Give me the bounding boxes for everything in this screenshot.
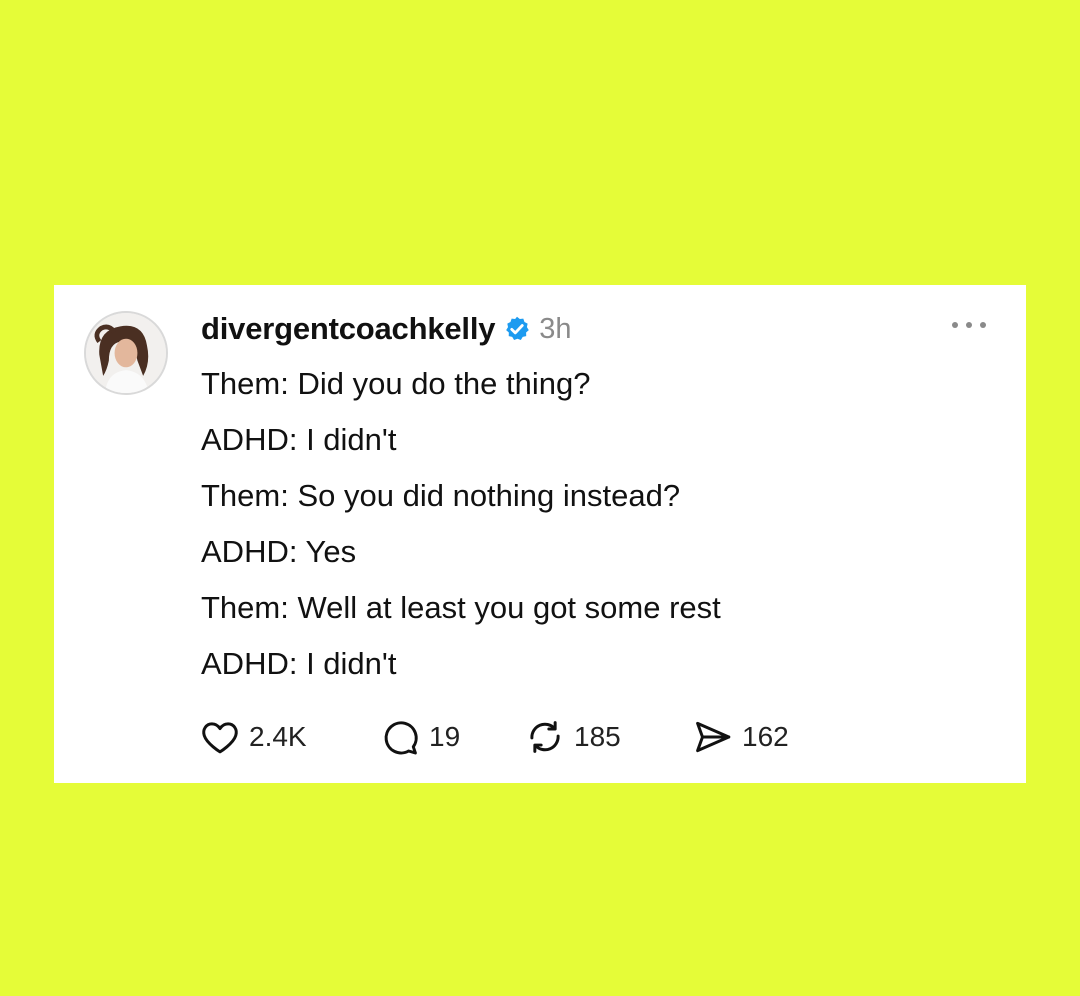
heart-icon: [202, 722, 238, 754]
post-line: Them: Did you do the thing?: [201, 366, 591, 401]
avatar-photo: [86, 313, 166, 393]
username[interactable]: divergentcoachkelly: [201, 311, 495, 347]
post-timestamp: 3h: [539, 312, 572, 345]
post-line: ADHD: I didn't: [201, 646, 397, 681]
like-count: 2.4K: [249, 721, 307, 752]
share-button[interactable]: 162: [692, 716, 789, 758]
post-line: Them: Well at least you got some rest: [201, 590, 721, 625]
reply-count: 19: [429, 721, 461, 752]
more-options-icon[interactable]: [952, 315, 986, 335]
send-icon: [696, 721, 731, 753]
post-line: ADHD: I didn't: [201, 422, 397, 457]
speech-bubble-icon: [384, 721, 418, 755]
post-line: Them: So you did nothing instead?: [201, 478, 681, 513]
post-card: divergentcoachkelly 3h Them: Did you do …: [54, 285, 1026, 783]
post-body: Them: Did you do the thing? ADHD: I didn…: [201, 365, 721, 701]
repost-icon: [530, 721, 560, 753]
post-header: divergentcoachkelly 3h: [201, 307, 572, 351]
share-count: 162: [742, 721, 789, 752]
action-bar: 2.4K 19 185 162: [199, 715, 789, 759]
repost-count: 185: [574, 721, 621, 752]
post-line: ADHD: Yes: [201, 534, 357, 569]
verified-badge-icon: [503, 315, 531, 343]
like-button[interactable]: 2.4K: [199, 716, 379, 758]
repost-button[interactable]: 185: [524, 716, 692, 758]
reply-button[interactable]: 19: [379, 716, 524, 758]
avatar[interactable]: [84, 311, 168, 395]
